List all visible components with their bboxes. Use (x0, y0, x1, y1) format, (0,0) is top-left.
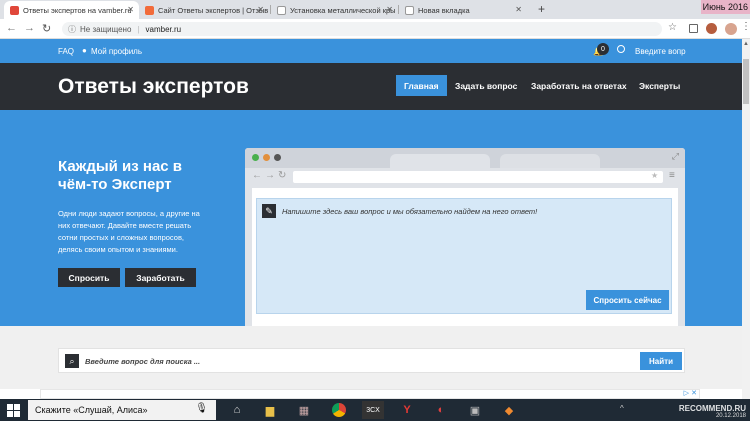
tray-chevron-icon[interactable]: ^ (620, 404, 624, 413)
search-icon: ⌕ (65, 354, 79, 368)
tab-otzovik[interactable]: Сайт Ответы экспертов | Отзыв ✕ (139, 1, 269, 19)
ask-mockup-window: ⤢ ← → ↻ ★ ≡ ✎ Напишите здесь ваш вопрос … (245, 148, 685, 326)
url-text: vamber.ru (145, 24, 182, 34)
windows-taskbar: Скажите «Слушай, Алиса» 🎙 ⌂ ▆ ▦ 3CX Y ◐ … (0, 399, 750, 421)
menu-dots-icon[interactable]: ⋮ (741, 21, 750, 32)
ad-choices-icon[interactable]: ▷ (684, 389, 689, 397)
nav-earn[interactable]: Заработать на ответах (523, 75, 635, 96)
hero-ask-button[interactable]: Спросить (58, 268, 120, 287)
page-scrollbar[interactable]: ▲ (742, 39, 750, 399)
avatar[interactable] (725, 23, 737, 35)
browser-tab-strip: Ответы экспертов на vamber.ru ✕ Сайт Отв… (0, 0, 750, 19)
pencil-icon: ✎ (262, 204, 276, 218)
nav-ask-question[interactable]: Задать вопрос (447, 75, 525, 96)
find-button[interactable]: Найти (640, 352, 682, 370)
expand-icon: ⤢ (671, 151, 679, 161)
vamber-favicon-icon (10, 5, 19, 15)
app-icon[interactable]: ▦ (293, 401, 315, 419)
microphone-icon[interactable]: 🎙 (195, 403, 208, 414)
close-tab-icon[interactable]: ✕ (386, 5, 393, 14)
mockup-toolbar: ← → ↻ ★ ≡ (245, 168, 685, 186)
mockup-reload-icon: ↻ (278, 170, 287, 181)
mockup-dot-icon (263, 154, 270, 161)
top-search-input[interactable]: Введите вопр (635, 47, 686, 56)
close-tab-icon[interactable]: ✕ (127, 5, 134, 14)
page-favicon-icon (405, 5, 414, 15)
window-title: Июнь 2016 (700, 0, 750, 14)
site-logo[interactable]: Ответы экспертов (58, 75, 249, 99)
mockup-url-field (293, 171, 663, 183)
extension-icon[interactable] (706, 23, 717, 34)
ad-banner[interactable]: ▷ ✕ (40, 389, 700, 399)
otzovik-favicon-icon (145, 5, 154, 15)
close-tab-icon[interactable]: ✕ (515, 5, 522, 14)
app-icon[interactable]: ◐ (430, 401, 452, 419)
bookmark-star-icon[interactable]: ☆ (668, 22, 677, 33)
watermark: RECOMMEND.RU (678, 404, 746, 413)
chrome-icon[interactable] (328, 401, 350, 419)
scroll-up-icon[interactable]: ▲ (743, 41, 749, 47)
user-icon: ● (82, 46, 87, 55)
search-icon[interactable] (617, 45, 625, 53)
tab-title: Новая вкладка (418, 5, 470, 15)
windows-start-icon[interactable] (7, 404, 20, 417)
question-placeholder: Напишите здесь ваш вопрос и мы обязатель… (282, 207, 538, 216)
app-3cx-icon[interactable]: 3CX (362, 401, 384, 419)
scrollbar-thumb[interactable] (743, 59, 749, 104)
hero-title: Каждый из нас в чём-то Эксперт (58, 158, 183, 193)
nav-experts[interactable]: Эксперты (631, 75, 688, 96)
ask-now-button[interactable]: Спросить сейчас (586, 290, 669, 310)
back-icon[interactable]: ← (6, 22, 17, 34)
security-label: Не защищено (80, 24, 132, 34)
page-favicon-icon (277, 5, 286, 15)
mockup-body: ✎ Напишите здесь ваш вопрос и мы обязате… (252, 188, 678, 326)
ad-close-icon[interactable]: ✕ (691, 389, 697, 397)
mockup-back-icon: ← (252, 170, 262, 181)
info-icon: ⓘ (68, 24, 76, 34)
tab-new[interactable]: Новая вкладка ✕ (399, 1, 527, 19)
mockup-tab (500, 154, 600, 168)
tab-vamber[interactable]: Ответы экспертов на vamber.ru ✕ (4, 1, 139, 19)
nav-home[interactable]: Главная (396, 75, 447, 96)
tab-roof[interactable]: Установка металлической кры ✕ (271, 1, 398, 19)
faq-link[interactable]: FAQ (58, 47, 74, 56)
app-icon[interactable]: ◆ (498, 401, 520, 419)
mockup-menu-icon: ≡ (669, 170, 675, 181)
taskbar-search-text: Скажите «Слушай, Алиса» (35, 405, 148, 415)
taskbar-date: 20.12.2018 (715, 413, 746, 419)
mockup-star-icon: ★ (651, 171, 659, 180)
search-section: ⌕ Введите вопрос для поиска ... Найти (0, 326, 742, 389)
close-tab-icon[interactable]: ✕ (257, 5, 264, 14)
yandex-browser-icon[interactable]: Y (396, 401, 418, 419)
tab-title: Установка металлической кры (290, 5, 396, 15)
mockup-tab (390, 154, 490, 168)
profile-link[interactable]: Мой профиль (91, 47, 142, 56)
address-bar: ← → ↻ ⓘ Не защищено | vamber.ru ☆ ⋮ (0, 19, 750, 39)
mockup-forward-icon: → (265, 170, 275, 181)
taskbar-search-box[interactable]: Скажите «Слушай, Алиса» 🎙 (28, 400, 216, 420)
tab-title: Сайт Ответы экспертов | Отзыв (158, 5, 269, 15)
hero-earn-button[interactable]: Заработать (125, 268, 196, 287)
new-tab-button[interactable]: + (538, 2, 545, 16)
reload-icon[interactable]: ↻ (42, 22, 51, 35)
omnibox[interactable]: ⓘ Не защищено | vamber.ru (62, 22, 662, 36)
mockup-dot-icon (252, 154, 259, 161)
app-icon[interactable]: ▣ (464, 401, 486, 419)
tab-title: Ответы экспертов на vamber.ru (23, 5, 132, 15)
home-icon[interactable]: ⌂ (226, 401, 248, 419)
file-explorer-icon[interactable]: ▆ (259, 401, 281, 419)
mockup-dot-icon (274, 154, 281, 161)
site-top-bar: FAQ ● Мой профиль 🔔 0 Введите вопр (0, 39, 742, 63)
notification-count-badge: 0 (597, 43, 609, 55)
site-header: Ответы экспертов Главная Задать вопрос З… (0, 63, 742, 110)
question-textarea[interactable]: ✎ Напишите здесь ваш вопрос и мы обязате… (256, 198, 672, 314)
hero-text: Одни люди задают вопросы, а другие на ни… (58, 209, 200, 254)
question-search-field[interactable]: ⌕ Введите вопрос для поиска ... Найти (58, 348, 685, 373)
mockup-tab-bar: ⤢ (245, 148, 685, 168)
search-placeholder: Введите вопрос для поиска ... (85, 357, 201, 366)
forward-icon[interactable]: → (24, 22, 35, 34)
cast-icon[interactable] (689, 24, 698, 33)
